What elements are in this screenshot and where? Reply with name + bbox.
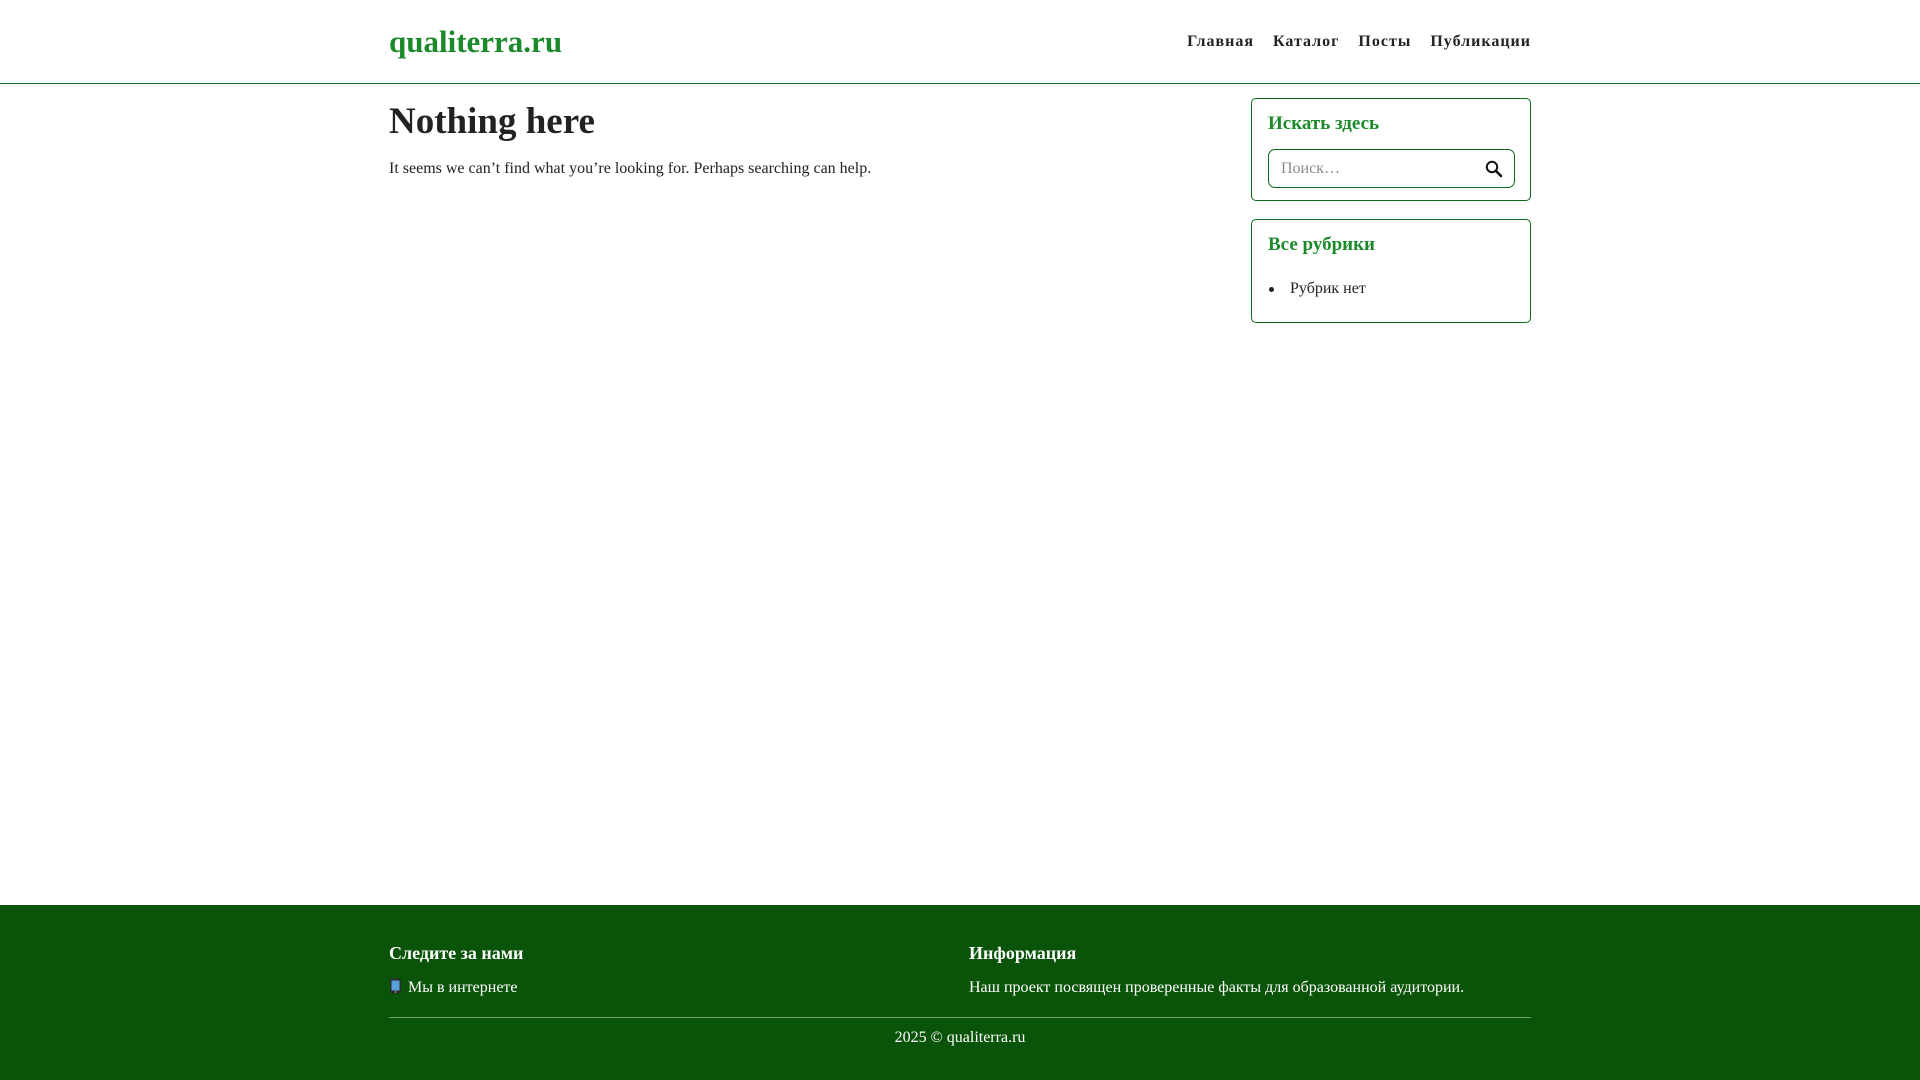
nav-item-catalog[interactable]: Каталог [1273,31,1339,53]
categories-list: Рубрик нет [1268,278,1366,300]
footer-follow-link[interactable]: Мы в интернете [389,977,518,999]
main-content: Nothing here It seems we can’t find what… [389,96,1189,180]
page-title: Nothing here [389,101,595,142]
site-footer: Следите за нами Мы в интернете Информаци… [0,905,1920,1080]
site-logo[interactable]: qualiterra.ru [389,20,562,64]
not-found-message: It seems we can’t find what you’re looki… [389,160,872,177]
categories-widget-title: Все рубрики [1268,234,1375,255]
copyright: 2025 © qualiterra.ru [894,1029,1026,1046]
footer-info-text: Наш проект посвящен проверенные факты дл… [969,979,1465,996]
nav-item-posts[interactable]: Посты [1358,31,1411,53]
main-nav: Главная Каталог Посты Публикации [1187,31,1531,53]
nav-item-publications[interactable]: Публикации [1430,31,1531,53]
categories-widget: Все рубрики Рубрик нет [1251,219,1531,323]
search-form [1268,149,1515,188]
search-input[interactable] [1269,150,1469,187]
search-icon [1485,160,1503,178]
footer-divider [389,1017,1531,1018]
footer-info-title: Информация [969,943,1077,963]
footer-follow-title: Следите за нами [389,943,524,963]
footer-follow-link-text: Мы в интернете [408,979,518,996]
phone-icon [390,978,401,994]
search-button[interactable] [1482,157,1506,181]
search-widget: Искать здесь [1251,98,1531,201]
nav-item-home[interactable]: Главная [1187,31,1254,53]
search-widget-title: Искать здесь [1268,113,1380,134]
list-item: Рубрик нет [1268,278,1366,300]
site-header: qualiterra.ru Главная Каталог Посты Публ… [0,0,1920,84]
category-item-label: Рубрик нет [1290,280,1366,297]
bullet-icon [1269,287,1274,292]
